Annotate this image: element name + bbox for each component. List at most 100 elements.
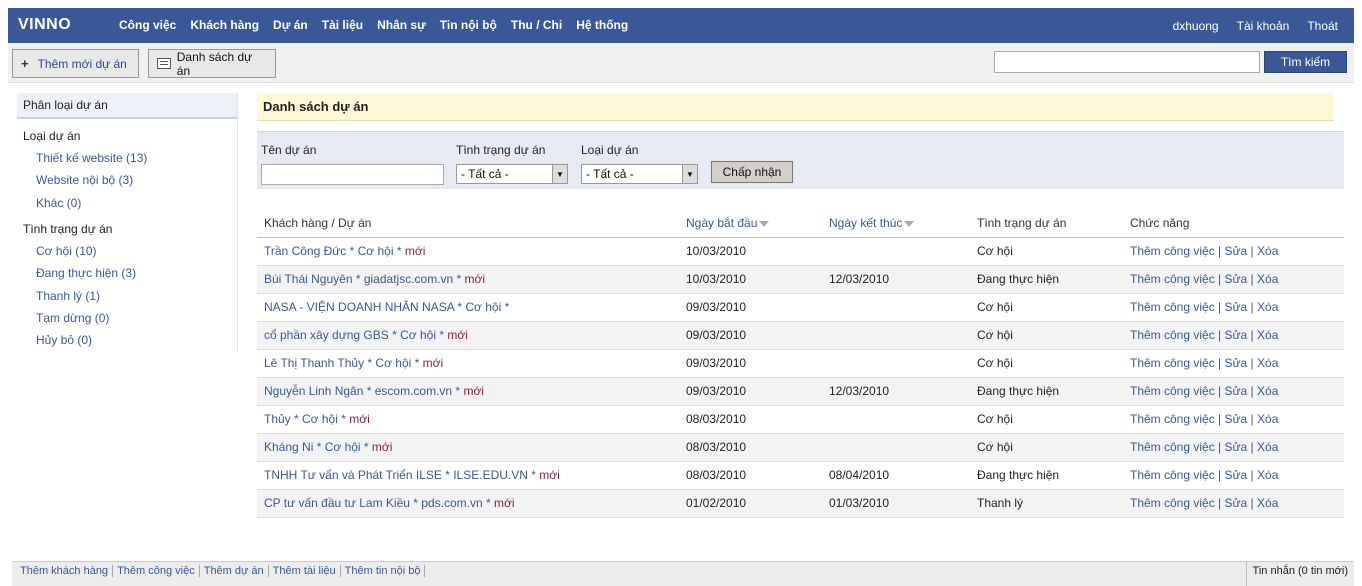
delete-link[interactable]: Xóa xyxy=(1257,440,1278,454)
add-task-link[interactable]: Thêm công việc xyxy=(1130,412,1215,426)
cell-actions: Thêm công việc | Sửa | Xóa xyxy=(1123,377,1344,406)
filter-panel: Tên dự án Tình trạng dự án - Tất cả - ▼ … xyxy=(257,131,1344,189)
project-list-button[interactable]: Danh sách dự án xyxy=(148,49,276,78)
edit-link[interactable]: Sửa xyxy=(1225,412,1248,426)
footer-add-document-link[interactable]: Thêm tài liệu xyxy=(269,565,341,577)
new-badge: mới xyxy=(419,356,444,370)
cell-status: Cơ hội xyxy=(970,433,1123,462)
status-select[interactable]: - Tất cả - ▼ xyxy=(456,164,568,184)
delete-link[interactable]: Xóa xyxy=(1257,244,1278,258)
plus-icon: + xyxy=(21,56,29,71)
sidebar-item-status[interactable]: Cơ hội (10) xyxy=(36,244,97,258)
project-link[interactable]: Nguyễn Linh Ngân * escom.com.vn * xyxy=(264,384,460,398)
add-project-button[interactable]: + Thêm mới dự án xyxy=(12,49,139,78)
menu-thu-chi[interactable]: Thu / Chi xyxy=(511,18,562,32)
add-task-link[interactable]: Thêm công việc xyxy=(1130,384,1215,398)
account-link[interactable]: Tài khoản xyxy=(1237,19,1290,33)
username-link[interactable]: dxhuong xyxy=(1173,19,1219,33)
add-task-link[interactable]: Thêm công việc xyxy=(1130,300,1215,314)
type-select[interactable]: - Tất cả - ▼ xyxy=(581,164,698,184)
footer-add-project-link[interactable]: Thêm dự án xyxy=(200,565,269,577)
app-logo[interactable]: VINNO xyxy=(18,16,71,34)
table-row: cổ phần xây dựng GBS * Cơ hội * mới 09/03… xyxy=(257,321,1344,350)
separator: | xyxy=(1247,412,1258,426)
edit-link[interactable]: Sửa xyxy=(1225,496,1248,510)
add-task-link[interactable]: Thêm công việc xyxy=(1130,244,1215,258)
add-task-link[interactable]: Thêm công việc xyxy=(1130,272,1215,286)
sidebar-item-status[interactable]: Hủy bỏ (0) xyxy=(36,333,92,347)
edit-link[interactable]: Sửa xyxy=(1225,384,1248,398)
project-link[interactable]: Thủy * Cơ hội * xyxy=(264,412,346,426)
footer-add-customer-link[interactable]: Thêm khách hàng xyxy=(16,565,114,577)
project-link[interactable]: cổ phần xây dựng GBS * Cơ hội * xyxy=(264,328,444,342)
project-link[interactable]: NASA - VIỆN DOANH NHÂN NASA * Cơ hội * xyxy=(264,300,509,314)
sidebar-item-status[interactable]: Thanh lý (1) xyxy=(36,289,100,303)
add-task-link[interactable]: Thêm công việc xyxy=(1130,496,1215,510)
cell-status: Cơ hội xyxy=(970,237,1123,266)
cell-start-date: 09/03/2010 xyxy=(679,377,822,406)
add-task-link[interactable]: Thêm công việc xyxy=(1130,356,1215,370)
sidebar-item-status[interactable]: Tạm dừng (0) xyxy=(36,311,109,325)
sidebar-item-type[interactable]: Khác (0) xyxy=(36,196,81,210)
menu-he-thong[interactable]: Hệ thống xyxy=(576,18,628,32)
separator: | xyxy=(1214,272,1225,286)
project-link[interactable]: Lê Thị Thanh Thủy * Cơ hội * xyxy=(264,356,419,370)
search-button[interactable]: Tìm kiếm xyxy=(1264,51,1347,73)
cell-end-date xyxy=(822,405,970,434)
menu-tin-noi-bo[interactable]: Tin nội bộ xyxy=(440,18,497,32)
project-link[interactable]: Trần Công Đức * Cơ hội * xyxy=(264,244,402,258)
delete-link[interactable]: Xóa xyxy=(1257,384,1278,398)
logout-link[interactable]: Thoát xyxy=(1307,19,1338,33)
footer-add-news-link[interactable]: Thêm tin nội bộ xyxy=(341,565,426,577)
delete-link[interactable]: Xóa xyxy=(1257,272,1278,286)
cell-status: Cơ hội xyxy=(970,293,1123,322)
project-link[interactable]: Bùi Thái Nguyên * giadatjsc.com.vn * xyxy=(264,272,461,286)
header-end-date[interactable]: Ngày kết thúc xyxy=(822,210,970,238)
delete-link[interactable]: Xóa xyxy=(1257,468,1278,482)
cell-end-date xyxy=(822,321,970,350)
sidebar-item-status[interactable]: Đang thực hiện (3) xyxy=(36,266,136,280)
separator: | xyxy=(1214,384,1225,398)
sidebar-item-type[interactable]: Thiết kế website (13) xyxy=(36,151,147,165)
edit-link[interactable]: Sửa xyxy=(1225,244,1248,258)
project-link[interactable]: CP tư vấn đầu tư Lam Kiều * pds.com.vn * xyxy=(264,496,491,510)
edit-link[interactable]: Sửa xyxy=(1225,440,1248,454)
messages-link[interactable]: Tin nhắn (0 tin mới) xyxy=(1245,562,1354,586)
edit-link[interactable]: Sửa xyxy=(1225,272,1248,286)
add-task-link[interactable]: Thêm công việc xyxy=(1130,440,1215,454)
header-actions: Chức năng xyxy=(1123,210,1344,238)
project-link[interactable]: TNHH Tư vấn và Phát Triển ILSE * ILSE.ED… xyxy=(264,468,536,482)
project-name-input[interactable] xyxy=(261,164,444,185)
cell-actions: Thêm công việc | Sửa | Xóa xyxy=(1123,237,1344,266)
edit-link[interactable]: Sửa xyxy=(1225,468,1248,482)
footer-add-task-link[interactable]: Thêm công việc xyxy=(113,565,200,577)
edit-link[interactable]: Sửa xyxy=(1225,356,1248,370)
add-task-link[interactable]: Thêm công việc xyxy=(1130,468,1215,482)
new-badge: mới xyxy=(345,412,370,426)
menu-cong-viec[interactable]: Công việc xyxy=(119,18,176,32)
cell-start-date: 08/03/2010 xyxy=(679,461,822,490)
menu-khach-hang[interactable]: Khách hàng xyxy=(190,18,259,32)
cell-end-date xyxy=(822,349,970,378)
delete-link[interactable]: Xóa xyxy=(1257,412,1278,426)
edit-link[interactable]: Sửa xyxy=(1225,328,1248,342)
menu-nhan-su[interactable]: Nhân sự xyxy=(377,18,426,32)
delete-link[interactable]: Xóa xyxy=(1257,496,1278,510)
cell-project: cổ phần xây dựng GBS * Cơ hội * mới xyxy=(257,321,679,350)
apply-filter-button[interactable]: Chấp nhận xyxy=(711,161,793,183)
separator: | xyxy=(1247,272,1258,286)
edit-link[interactable]: Sửa xyxy=(1225,300,1248,314)
delete-link[interactable]: Xóa xyxy=(1257,300,1278,314)
separator: | xyxy=(1247,496,1258,510)
project-link[interactable]: Kháng Ni * Cơ hội * xyxy=(264,440,369,454)
search-input[interactable] xyxy=(994,51,1260,73)
menu-tai-lieu[interactable]: Tài liệu xyxy=(322,18,363,32)
table-row: Bùi Thái Nguyên * giadatjsc.com.vn * mới… xyxy=(257,265,1344,294)
add-task-link[interactable]: Thêm công việc xyxy=(1130,328,1215,342)
delete-link[interactable]: Xóa xyxy=(1257,356,1278,370)
sidebar-item-type[interactable]: Website nội bộ (3) xyxy=(36,173,133,187)
header-start-date[interactable]: Ngày bắt đầu xyxy=(679,210,822,238)
separator: | xyxy=(1214,468,1225,482)
delete-link[interactable]: Xóa xyxy=(1257,328,1278,342)
menu-du-an[interactable]: Dự án xyxy=(273,18,308,32)
